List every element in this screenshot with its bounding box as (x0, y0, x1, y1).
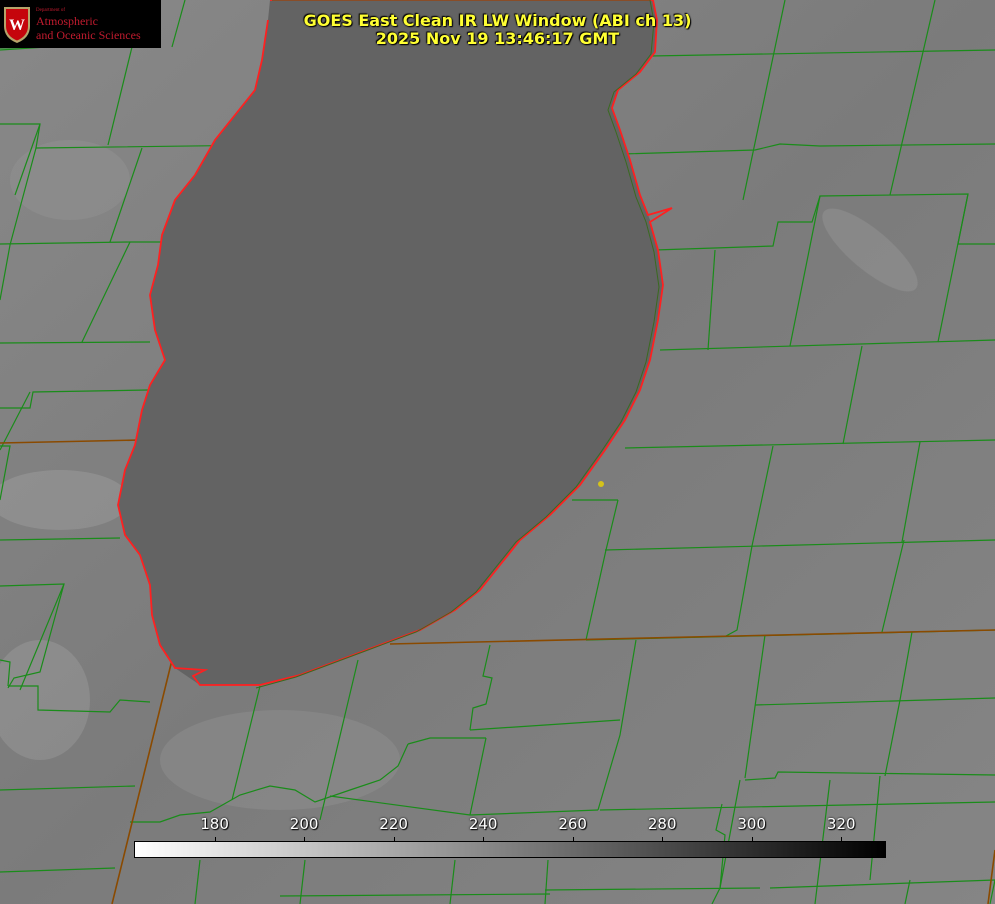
location-dot-icon (598, 481, 604, 487)
map-canvas (0, 0, 995, 904)
colorbar-tick-mark (572, 837, 574, 842)
colorbar-tick-label: 240 (468, 815, 498, 833)
colorbar-tick-label: 200 (289, 815, 319, 833)
colorbar-tick-label: 300 (737, 815, 767, 833)
colorbar-tick-mark (483, 837, 485, 842)
colorbar-tick-label: 280 (647, 815, 677, 833)
colorbar-tick-label: 180 (200, 815, 229, 833)
temperature-colorbar (134, 841, 886, 858)
colorbar-tick-mark (751, 837, 753, 842)
colorbar-tick-mark (662, 837, 664, 842)
image-timestamp: 2025 Nov 19 13:46:17 GMT (375, 29, 620, 48)
colorbar-tick-mark (304, 837, 306, 842)
colorbar-tick-label: 320 (826, 815, 856, 833)
colorbar-tick-mark (393, 837, 395, 842)
image-title: GOES East Clean IR LW Window (ABI ch 13) (303, 11, 692, 30)
colorbar-tick-label: 220 (379, 815, 408, 833)
colorbar-tick-mark (841, 837, 843, 842)
satellite-map: W Department of Atmospheric and Oceanic … (0, 0, 995, 904)
colorbar-tick-mark (214, 837, 216, 842)
colorbar-tick-label: 260 (558, 815, 587, 833)
